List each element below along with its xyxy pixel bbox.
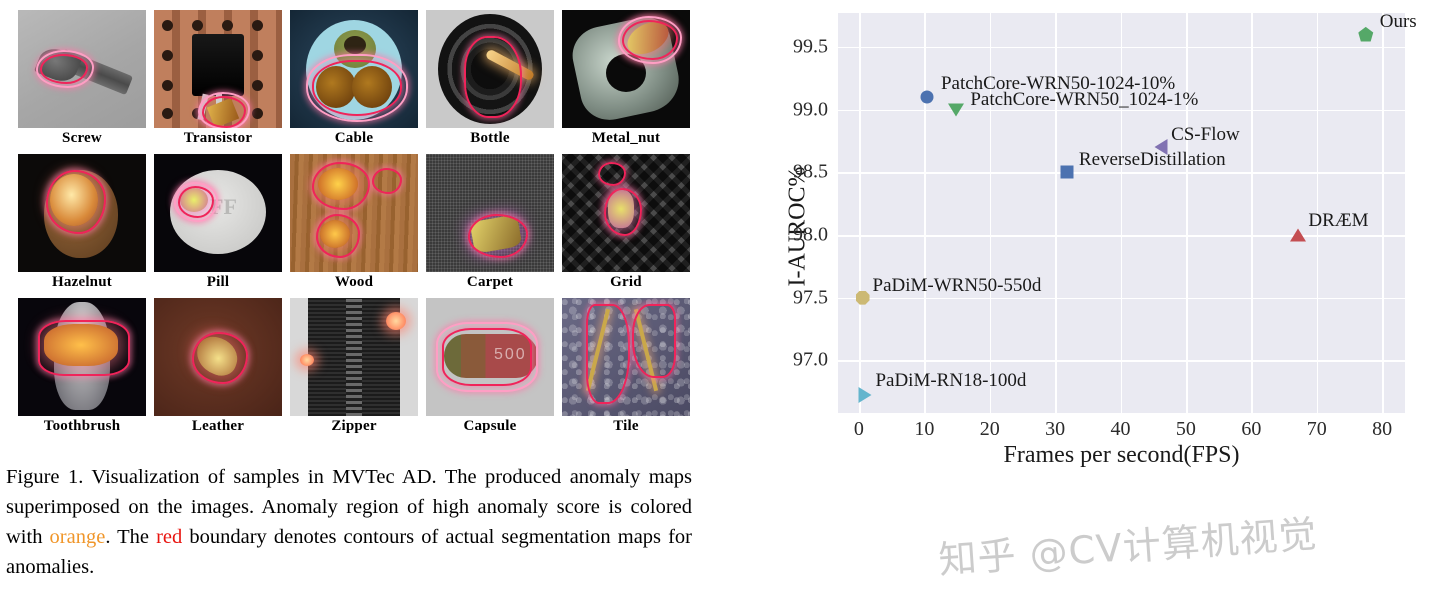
sample-label: Capsule: [463, 418, 517, 434]
sample-label: Pill: [206, 274, 230, 290]
sample-label: Metal_nut: [591, 130, 661, 146]
sample-cell-grid: Grid: [562, 154, 690, 292]
sample-label: Screw: [62, 130, 102, 146]
caption1-part2: . The: [105, 526, 157, 548]
sample-label: Hazelnut: [52, 274, 112, 290]
y-axis-tick-label: 99.5: [793, 35, 828, 58]
sample-cell-hazelnut: Hazelnut: [18, 154, 146, 292]
figure-2-panel: Ours PatchCore-WRN50-1024-10% PatchCore-WR…: [740, 0, 1446, 602]
sample-label: Wood: [334, 274, 374, 290]
gridline-horizontal: [838, 360, 1405, 362]
anomaly-map-image-tile: [562, 298, 690, 416]
x-axis-tick-label: 50: [1175, 418, 1196, 440]
gridline-horizontal: [838, 109, 1405, 112]
sample-cell-capsule: 500 Capsule: [426, 298, 554, 436]
sample-label: Toothbrush: [43, 418, 121, 434]
y-axis-tick-label: 97.5: [793, 286, 828, 309]
anomaly-map-image-wood: [290, 154, 418, 272]
sample-label: Zipper: [331, 418, 377, 434]
data-point-label-padim-rn18-100d: PaDiM-RN18-100d: [875, 370, 1027, 392]
data-point-label-cs-flow: CS-Flow: [1171, 124, 1240, 146]
gridline-horizontal: [838, 46, 1405, 49]
sample-grid-row: Screw Transistor Cable Bottle Metal_nut: [18, 10, 690, 148]
data-point-draem[interactable]: [1290, 228, 1307, 242]
sample-cell-transistor: Transistor: [154, 10, 282, 148]
y-axis-tick-label: 99.0: [793, 98, 828, 121]
sample-cell-cable: Cable: [290, 10, 418, 148]
data-point-ours[interactable]: [1358, 26, 1374, 42]
data-point-label-draem: DRÆM: [1308, 209, 1369, 231]
sample-label: Carpet: [466, 274, 514, 290]
data-point-patchcore-wrn50-1024-10[interactable]: [920, 90, 934, 104]
caption1-red-keyword: red: [156, 526, 183, 548]
sample-cell-bottle: Bottle: [426, 10, 554, 148]
x-axis-tick-label: 30: [1045, 418, 1066, 440]
sample-label: Leather: [191, 418, 245, 434]
data-point-padim-rn18-100d[interactable]: [858, 387, 872, 404]
anomaly-map-image-pill: FF: [154, 154, 282, 272]
sample-label: Cable: [334, 130, 374, 146]
anomaly-map-image-bottle: [426, 10, 554, 128]
x-axis-label: Frames per second(FPS): [1003, 442, 1240, 468]
x-axis-tick-label: 10: [914, 418, 935, 440]
sample-cell-toothbrush: Toothbrush: [18, 298, 146, 436]
gridline-vertical: [1251, 13, 1253, 413]
sample-grid-row: Toothbrush Leather Zipper 500 Capsule Ti…: [18, 298, 690, 436]
data-point-label-padim-wrn50-550d: PaDiM-WRN50-550d: [872, 274, 1042, 296]
data-point-label-reversedistillation: ReverseDistillation: [1078, 149, 1226, 171]
anomaly-map-image-grid: [562, 154, 690, 272]
sample-cell-pill: FF Pill: [154, 154, 282, 292]
anomaly-map-image-transistor: [154, 10, 282, 128]
data-point-label-patchcore-wrn50-1024-1: PatchCore-WRN50_1024-1%: [970, 88, 1199, 110]
gridline-vertical: [924, 13, 926, 413]
sample-cell-metal_nut: Metal_nut: [562, 10, 690, 148]
x-axis-tick-label: 80: [1372, 418, 1393, 440]
sample-cell-zipper: Zipper: [290, 298, 418, 436]
fps-vs-auroc-scatter-plot: Ours PatchCore-WRN50-1024-10% PatchCore-WR…: [838, 12, 1417, 413]
y-axis-tick-label: 97.0: [793, 348, 828, 371]
sample-cell-wood: Wood: [290, 154, 418, 292]
gridline-horizontal: [838, 172, 1405, 174]
data-point-label-ours: Ours: [1379, 11, 1417, 33]
gridline-vertical: [858, 13, 861, 413]
sample-cell-carpet: Carpet: [426, 154, 554, 292]
anomaly-map-image-screw: [18, 10, 146, 128]
x-axis-tick-label: 0: [853, 418, 864, 440]
x-axis-tick-label: 60: [1241, 418, 1262, 440]
figure-1-panel: Screw Transistor Cable Bottle Metal_nut …: [0, 0, 706, 602]
anomaly-map-image-hazelnut: [18, 154, 146, 272]
figure-1-caption: Figure 1. Visualization of samples in MV…: [6, 462, 692, 582]
y-axis-tick-label: 98.0: [793, 223, 828, 246]
anomaly-map-image-capsule: 500: [426, 298, 554, 416]
sample-label: Bottle: [470, 130, 510, 146]
sample-cell-screw: Screw: [18, 10, 146, 148]
gridline-vertical: [1185, 13, 1188, 413]
x-axis-tick-label: 40: [1110, 418, 1131, 440]
data-point-patchcore-wrn50-1024-1[interactable]: [948, 103, 965, 117]
anomaly-map-image-zipper: [290, 298, 418, 416]
page-root: Screw Transistor Cable Bottle Metal_nut …: [0, 0, 1446, 602]
anomaly-map-image-leather: [154, 298, 282, 416]
anomaly-map-image-metal_nut: [562, 10, 690, 128]
gridline-vertical: [1382, 13, 1384, 413]
anomaly-map-image-cable: [290, 10, 418, 128]
data-point-padim-wrn50-550d[interactable]: [855, 290, 870, 305]
sample-cell-tile: Tile: [562, 298, 690, 436]
data-point-reversedistillation[interactable]: [1060, 165, 1074, 179]
sample-grid-row: Hazelnut FF Pill Wood Carpet Grid: [18, 154, 690, 292]
sample-label: Transistor: [183, 130, 253, 146]
sample-label: Tile: [613, 418, 639, 434]
caption1-orange-keyword: orange: [49, 526, 106, 548]
y-axis-tick-label: 98.5: [793, 160, 828, 183]
gridline-horizontal: [838, 234, 1405, 237]
gridline-horizontal: [838, 297, 1405, 300]
anomaly-map-image-carpet: [426, 154, 554, 272]
mvtec-sample-grid: Screw Transistor Cable Bottle Metal_nut …: [18, 10, 690, 442]
sample-label: Grid: [610, 274, 642, 290]
x-axis-tick-label: 70: [1306, 418, 1327, 440]
x-axis-tick-label: 20: [979, 418, 1000, 440]
sample-cell-leather: Leather: [154, 298, 282, 436]
anomaly-map-image-toothbrush: [18, 298, 146, 416]
